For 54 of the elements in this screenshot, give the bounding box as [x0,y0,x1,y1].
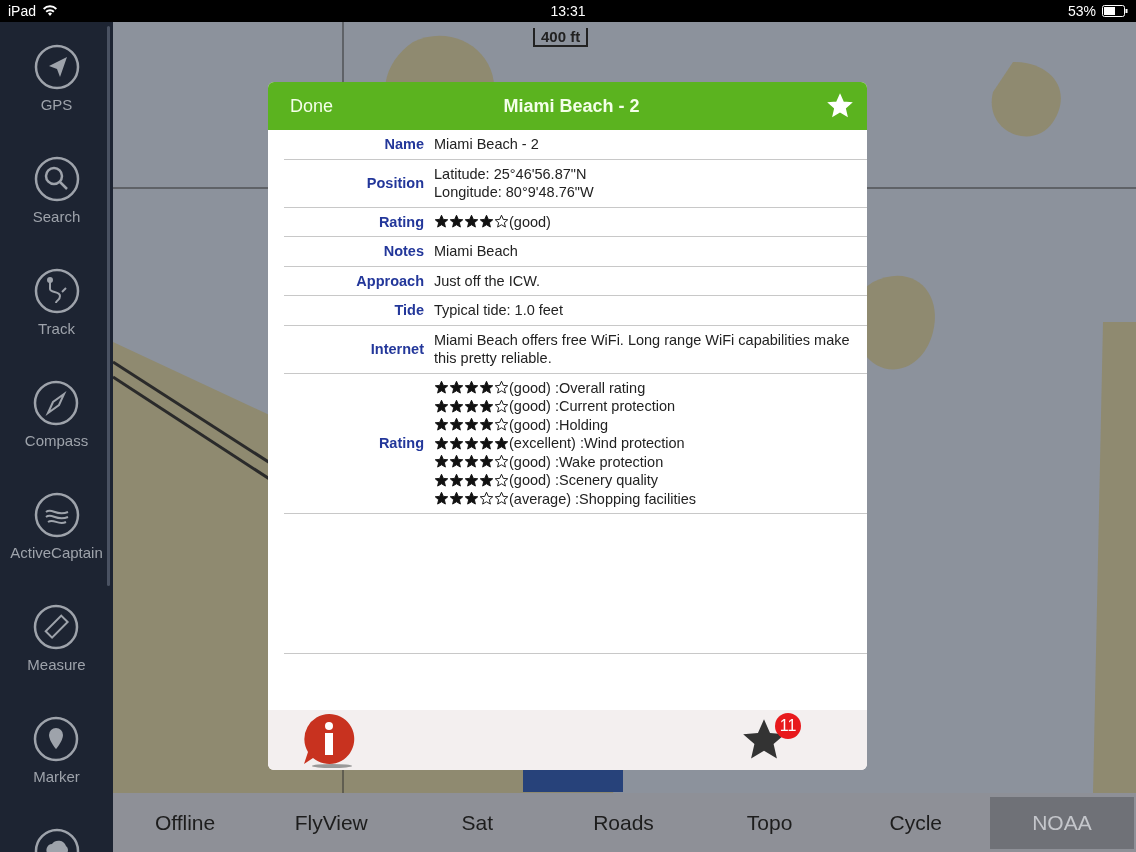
field-value: Typical tide: 1.0 feet [434,301,564,320]
sidebar-item[interactable]: ActiveCaptain [10,492,103,584]
rating-text: (good) :Overall rating [509,378,646,397]
sidebar-item[interactable]: GPS [33,44,80,136]
search-icon [33,156,80,202]
rating-text: (good) :Current protection [509,397,676,416]
marker-icon [33,716,80,762]
activecaptain-icon [33,492,80,538]
field-value: Miami Beach [434,242,519,261]
field-value: Longitude: 80°9'48.76"W [434,183,595,202]
field-value: Latitude: 25°46'56.87"N [434,164,588,183]
count-badge: 11 [775,713,801,739]
sidebar-item[interactable]: Marker [33,716,80,808]
field-label: Position [365,173,424,193]
rating-text: (good) [509,212,551,231]
sidebar-item[interactable]: Compass [24,380,89,472]
clock-time: 13:31 [550,3,586,19]
device-name: iPad [8,3,37,19]
rating-text: (average) :Shopping facilities [509,489,696,508]
field-value: Just off the ICW. [434,271,542,290]
measure-icon [33,604,80,650]
sidebar-item[interactable]: Measure [27,604,86,696]
track-icon [33,268,80,314]
map-layer-tab[interactable]: NOAA [989,796,1134,849]
rating-text: (good) :Scenery quality [509,471,659,490]
field-label: Notes [382,242,424,261]
dialog-title: Miami Beach - 2 [502,95,641,117]
rating-text: (excellent) :Wind protection [509,434,685,453]
field-value: Miami Beach - 2 [434,135,540,154]
field-label: Name [383,135,424,154]
field-label: Rating [377,434,424,453]
field-label: Rating [377,212,424,231]
map-layer-tab[interactable]: FlyView [259,796,404,849]
field-value: Miami Beach offers free WiFi. Long range WiFi capabilities make this pretty reliable. [434,330,851,368]
map-layer-tab[interactable]: Offline [113,796,258,849]
map-layer-tab[interactable]: Roads [551,796,696,849]
rating-text: (good) :Holding [509,415,609,434]
sidebar-item[interactable]: Search [32,156,81,248]
rating-text: (good) :Wake protection [509,452,664,471]
map-layer-tab[interactable]: Topo [697,796,842,849]
battery-percent: 53% [1068,3,1096,19]
map-layer-tab[interactable]: Sat [405,796,550,849]
wifi-icon [42,5,59,17]
gps-icon [33,44,80,90]
compass-icon [33,380,80,426]
info-icon[interactable] [302,712,356,768]
map-layer-tab[interactable]: Cycle [843,796,988,849]
scale-bar: 400 ft [533,28,589,47]
favorite-star-icon[interactable] [827,93,853,119]
battery-icon [1102,5,1128,17]
field-label: Approach [355,271,424,290]
field-label: Internet [369,339,424,359]
sidebar-item[interactable]: Track [33,268,80,360]
field-label: Tide [393,301,424,320]
